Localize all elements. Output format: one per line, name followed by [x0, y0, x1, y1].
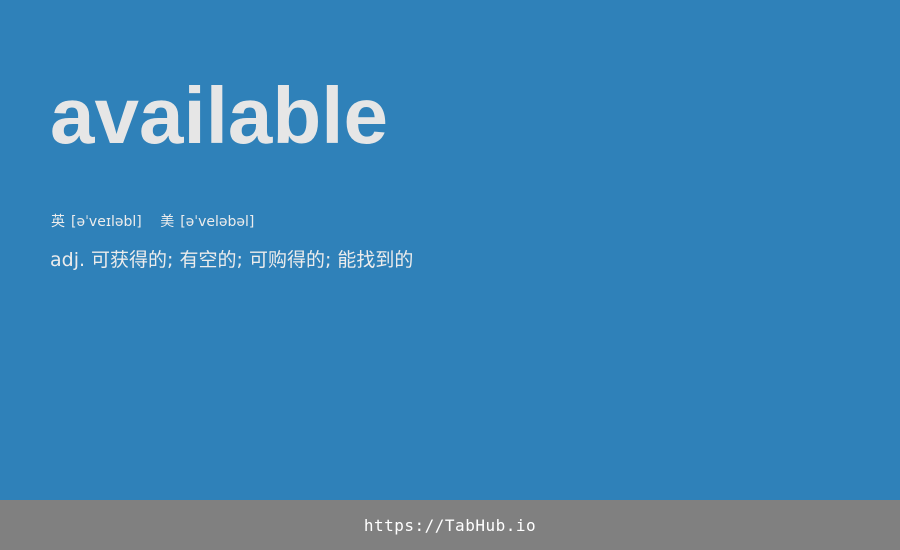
us-label: 美: [160, 214, 175, 230]
word-card: available 英 [əˈveɪləbl] 美 [əˈveləbəl] adj.…: [0, 0, 900, 500]
definition: adj. 可获得的; 有空的; 可购得的; 能找到的: [50, 249, 414, 271]
uk-ipa: [əˈveɪləbl]: [71, 214, 142, 230]
uk-pronunciation: 英 [əˈveɪləbl]: [51, 212, 142, 232]
phonetics: 英 [əˈveɪləbl] 美 [əˈveləbəl]: [51, 212, 254, 232]
uk-label: 英: [51, 214, 65, 230]
us-ipa: [əˈveləbəl]: [180, 214, 255, 230]
us-pronunciation: 美 [əˈveləbəl]: [160, 212, 254, 232]
tabhub-link[interactable]: https://TabHub.io: [364, 516, 536, 535]
headword: available: [50, 71, 389, 160]
footer-bar: https://TabHub.io: [0, 500, 900, 550]
